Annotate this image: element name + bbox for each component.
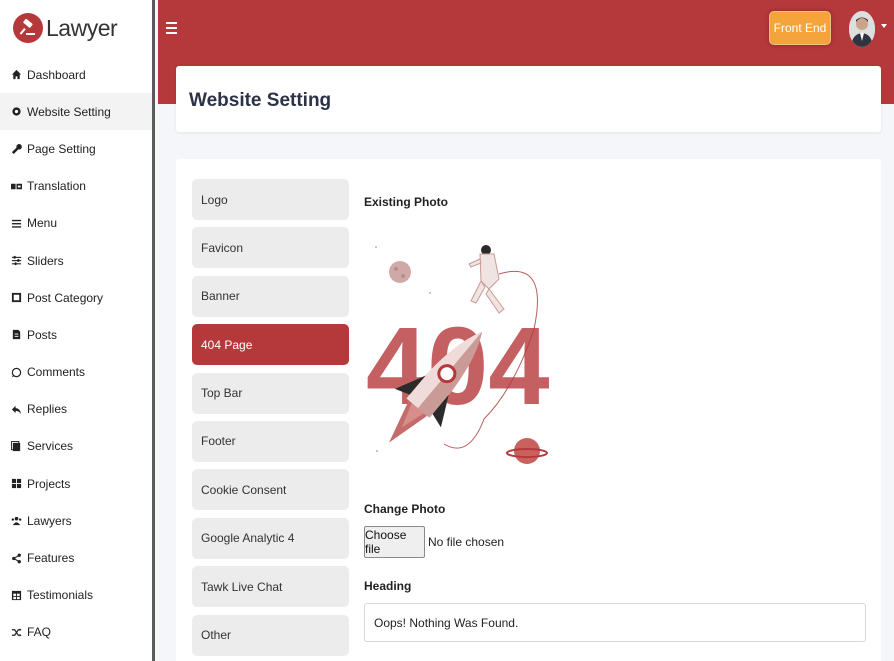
- home-icon: [10, 69, 22, 81]
- settings-tabs: Logo Favicon Banner 404 Page Top Bar Footer Co…: [192, 179, 349, 661]
- existing-photo-label: Existing Photo: [364, 195, 448, 209]
- settings-card: Logo Favicon Banner 404 Page Top Bar Footer Co…: [176, 159, 881, 661]
- sidebar-item-website-setting[interactable]: Website Setting: [0, 93, 152, 131]
- tab-footer[interactable]: Footer: [192, 420, 349, 462]
- change-photo-label: Change Photo: [364, 502, 446, 516]
- tab-404-page[interactable]: 404 Page: [192, 324, 349, 366]
- gear-icon: [10, 106, 22, 118]
- sidebar-item-post-category[interactable]: Post Category: [0, 279, 152, 316]
- sidebar-item-label: Posts: [27, 327, 58, 342]
- sidebar-item-label: Dashboard: [27, 67, 86, 82]
- category-icon: [10, 292, 22, 304]
- sidebar-item-dashboard[interactable]: Dashboard: [0, 56, 152, 93]
- heading-label: Heading: [364, 579, 412, 593]
- sidebar-item-features[interactable]: Features: [0, 539, 152, 576]
- sidebar-item-label: Menu: [27, 216, 58, 231]
- sidebar-item-label: FAQ: [27, 625, 52, 640]
- grid-icon: [10, 478, 22, 490]
- user-dropdown-caret-icon[interactable]: [881, 24, 887, 28]
- sidebar-item-comments[interactable]: Comments: [0, 354, 152, 391]
- service-icon: [10, 440, 22, 452]
- file-status-text: No file chosen: [428, 535, 505, 549]
- tab-banner[interactable]: Banner: [192, 275, 349, 317]
- sliders-icon: [10, 255, 22, 267]
- existing-photo-404-illustration: 404: [366, 245, 550, 464]
- tab-tawk-live-chat[interactable]: Tawk Live Chat: [192, 566, 349, 608]
- sidebar-item-translation[interactable]: Translation: [0, 168, 152, 205]
- sidebar-item-posts[interactable]: Posts: [0, 316, 152, 353]
- brand[interactable]: Lawyer: [0, 0, 152, 56]
- sidebar: Lawyer Dashboard Website Setting Page Sett…: [0, 0, 155, 661]
- menu-toggle-icon[interactable]: [166, 22, 177, 34]
- table-icon: [10, 589, 22, 601]
- brand-name: Lawyer: [46, 14, 118, 41]
- front-end-button[interactable]: Front End: [769, 11, 831, 45]
- sidebar-item-label: Lawyers: [27, 513, 72, 528]
- sidebar-item-label: Replies: [27, 402, 68, 417]
- sidebar-item-projects[interactable]: Projects: [0, 465, 152, 502]
- heading-input[interactable]: [364, 603, 866, 642]
- file-icon: [10, 329, 22, 341]
- comment-icon: [10, 366, 22, 378]
- choose-file-button[interactable]: Choose file: [364, 526, 425, 558]
- sidebar-item-replies[interactable]: Replies: [0, 391, 152, 428]
- sidebar-item-services[interactable]: Services: [0, 428, 152, 465]
- sidebar-item-page-setting[interactable]: Page Setting: [0, 130, 152, 167]
- users-icon: [10, 515, 22, 527]
- reply-icon: [10, 403, 22, 415]
- sidebar-item-label: Testimonials: [27, 588, 94, 603]
- tab-top-bar[interactable]: Top Bar: [192, 372, 349, 414]
- tab-other[interactable]: Other: [192, 614, 349, 656]
- tab-favicon[interactable]: Favicon: [192, 227, 349, 269]
- share-icon: [10, 552, 22, 564]
- user-avatar[interactable]: [849, 11, 875, 47]
- page-title: Website Setting: [189, 90, 332, 111]
- wrench-icon: [10, 143, 22, 155]
- sidebar-item-label: Page Setting: [27, 141, 96, 156]
- gavel-logo-icon: [13, 13, 43, 43]
- sidebar-item-label: Comments: [27, 365, 86, 380]
- sidebar-item-label: Sliders: [27, 253, 64, 268]
- sidebar-item-label: Post Category: [27, 290, 104, 305]
- tab-google-analytic-4[interactable]: Google Analytic 4: [192, 517, 349, 559]
- tab-logo[interactable]: Logo: [192, 179, 349, 220]
- file-input[interactable]: Choose file No file chosen: [364, 526, 504, 558]
- shuffle-icon: [10, 626, 22, 638]
- tab-cookie-consent[interactable]: Cookie Consent: [192, 469, 349, 511]
- sidebar-item-label: Translation: [27, 179, 86, 194]
- sidebar-item-lawyers[interactable]: Lawyers: [0, 502, 152, 539]
- sidebar-item-faq[interactable]: FAQ: [0, 614, 152, 651]
- sidebar-item-label: Website Setting: [27, 104, 111, 119]
- bars-icon: [10, 217, 22, 229]
- sidebar-item-label: Features: [27, 551, 75, 566]
- sidebar-item-sliders[interactable]: Sliders: [0, 242, 152, 279]
- translate-icon: [10, 180, 22, 192]
- page-title-card: Website Setting: [176, 66, 881, 132]
- sidebar-nav: Dashboard Website Setting Page Setting Tran…: [0, 56, 152, 651]
- sidebar-item-testimonials[interactable]: Testimonials: [0, 577, 152, 614]
- sidebar-item-label: Projects: [27, 476, 71, 491]
- sidebar-item-menu[interactable]: Menu: [0, 205, 152, 242]
- sidebar-item-label: Services: [27, 439, 74, 454]
